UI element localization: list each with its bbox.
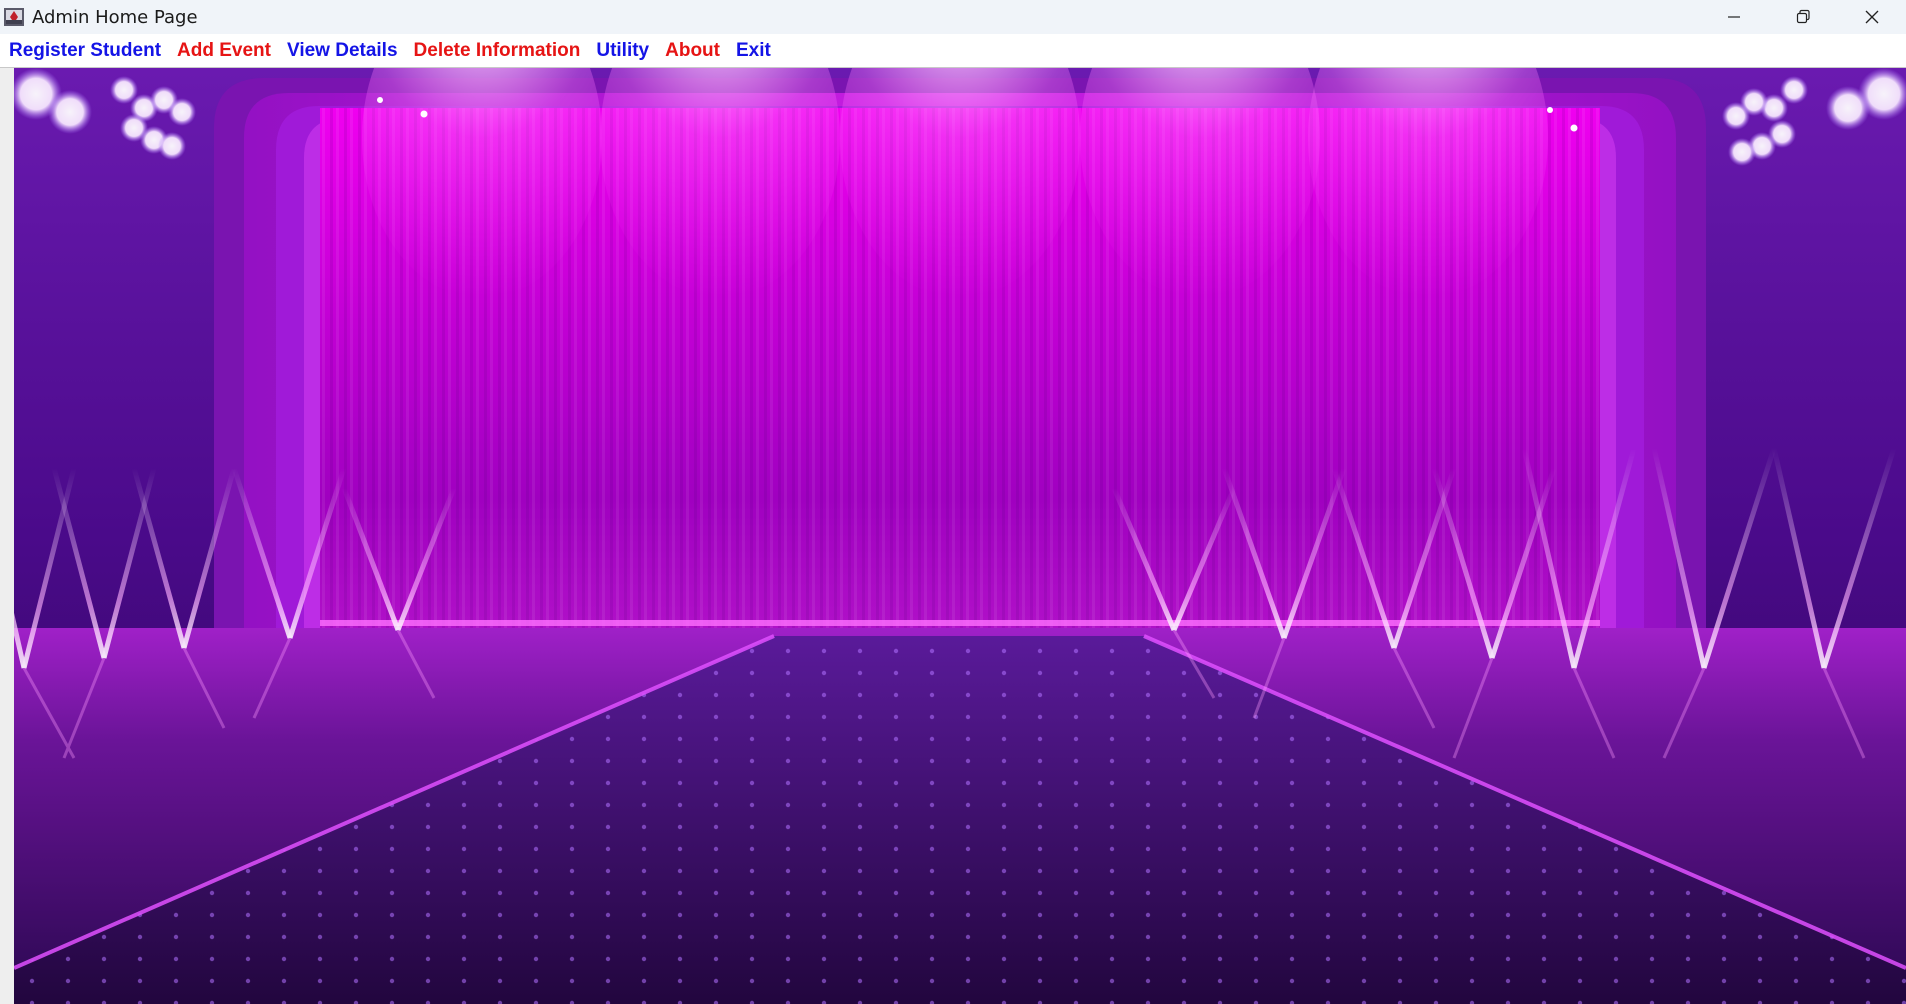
java-app-icon: [3, 6, 25, 28]
restore-button[interactable]: [1768, 0, 1837, 34]
content-area: [0, 68, 1906, 1004]
minimize-icon: [1727, 16, 1740, 18]
menu-about[interactable]: About: [657, 34, 728, 68]
menu-delete-information[interactable]: Delete Information: [406, 34, 589, 68]
stage-background-image: [14, 68, 1906, 1004]
close-icon: [1865, 10, 1878, 24]
menu-view-details[interactable]: View Details: [279, 34, 406, 68]
menu-add-event[interactable]: Add Event: [169, 34, 279, 68]
app-window: Admin Home Page Register Student Add Eve…: [0, 0, 1906, 1004]
restore-icon: [1796, 9, 1810, 24]
title-bar[interactable]: Admin Home Page: [0, 0, 1906, 34]
window-controls: [1699, 0, 1906, 34]
menu-utility[interactable]: Utility: [588, 34, 657, 68]
menu-bar: Register Student Add Event View Details …: [0, 34, 1906, 68]
menu-register-student[interactable]: Register Student: [1, 34, 169, 68]
menu-exit[interactable]: Exit: [728, 34, 779, 68]
minimize-button[interactable]: [1699, 0, 1768, 34]
window-title: Admin Home Page: [32, 6, 198, 28]
close-button[interactable]: [1837, 0, 1906, 34]
